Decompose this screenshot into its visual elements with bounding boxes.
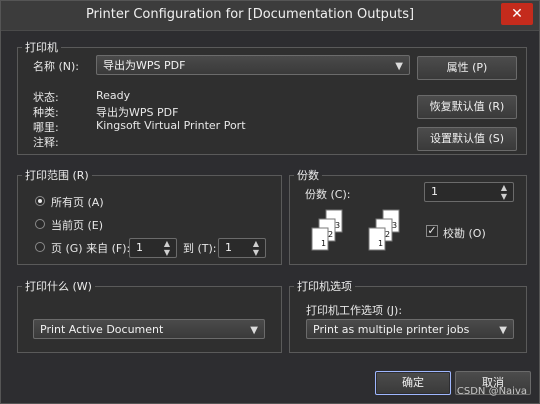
printer-select[interactable]: 导出为WPS PDF ▼	[96, 55, 410, 75]
print-what-value: Print Active Document	[40, 323, 164, 336]
set-defaults-button[interactable]: 设置默认值 (S)	[417, 127, 517, 151]
radio-pages[interactable]	[35, 242, 45, 252]
status-value: Ready	[96, 89, 131, 102]
comment-label: 注释:	[33, 136, 59, 149]
current-page-label[interactable]: 当前页 (E)	[51, 217, 103, 233]
radio-current-page[interactable]	[35, 219, 45, 229]
print-what-legend: 打印什么 (W)	[25, 280, 92, 293]
close-icon: ✕	[511, 6, 523, 22]
ok-button[interactable]: 确定	[375, 371, 451, 395]
type-value: 导出为WPS PDF	[96, 106, 179, 119]
title-bar[interactable]: Printer Configuration for [Documentation…	[1, 1, 539, 31]
from-page-value: 1	[136, 241, 143, 254]
watermark: CSDN @Naiva	[456, 386, 527, 397]
copy-number-2: 2	[328, 230, 333, 239]
properties-button[interactable]: 属性 (P)	[417, 56, 517, 80]
copy-number-1: 1	[378, 239, 383, 248]
pages-from-label[interactable]: 页 (G) 来自 (F):	[51, 240, 130, 256]
stepper-arrows-icon[interactable]: ▲ ▼	[499, 183, 509, 201]
radio-all-pages[interactable]	[35, 196, 45, 206]
print-what-group: 打印什么 (W)	[17, 278, 282, 353]
where-label: 哪里:	[33, 121, 59, 134]
from-page-stepper[interactable]: 1 ▲ ▼	[129, 238, 177, 258]
stepper-arrows-icon[interactable]: ▲ ▼	[162, 239, 172, 257]
where-value: Kingsoft Virtual Printer Port	[96, 119, 246, 132]
printer-select-value: 导出为WPS PDF	[103, 59, 186, 72]
copies-legend: 份数	[297, 169, 319, 182]
chevron-down-icon: ▼	[499, 325, 507, 336]
printer-name-label: 名称 (N):	[33, 60, 80, 73]
stepper-arrows-icon[interactable]: ▲ ▼	[251, 239, 261, 257]
copy-number-1: 1	[321, 239, 326, 248]
to-page-stepper[interactable]: 1 ▲ ▼	[218, 238, 266, 258]
close-button[interactable]: ✕	[501, 3, 533, 25]
all-pages-label[interactable]: 所有页 (A)	[51, 194, 104, 210]
printer-job-options-select[interactable]: Print as multiple printer jobs ▼	[306, 319, 514, 339]
copies-label: 份数 (C):	[305, 188, 351, 201]
copies-stepper[interactable]: 1 ▲ ▼	[424, 182, 514, 202]
print-what-select[interactable]: Print Active Document ▼	[33, 319, 265, 339]
copies-collate-icon: 3 2 1	[311, 209, 343, 251]
window-title: Printer Configuration for [Documentation…	[85, 7, 415, 22]
printer-configuration-dialog: Printer Configuration for [Documentation…	[0, 0, 540, 404]
copy-number-3: 3	[335, 221, 340, 230]
printer-group-legend: 打印机	[25, 41, 58, 54]
printer-options-legend: 打印机选项	[297, 280, 352, 293]
chevron-down-icon: ▼	[395, 61, 403, 72]
restore-defaults-button[interactable]: 恢复默认值 (R)	[417, 95, 517, 119]
copy-number-3: 3	[392, 221, 397, 230]
printer-job-options-value: Print as multiple printer jobs	[313, 323, 470, 336]
status-label: 状态:	[33, 91, 59, 104]
copies-value: 1	[431, 185, 438, 198]
collate-checkbox[interactable]: ✓	[426, 225, 438, 237]
to-page-label: 到 (T):	[183, 242, 217, 255]
type-label: 种类:	[33, 106, 59, 119]
to-page-value: 1	[225, 241, 232, 254]
chevron-down-icon: ▼	[250, 325, 258, 336]
copy-number-2: 2	[385, 230, 390, 239]
collate-label[interactable]: 校勘 (O)	[443, 225, 486, 241]
printer-job-options-label: 打印机工作选项 (J):	[306, 304, 403, 317]
print-range-legend: 打印范围 (R)	[25, 169, 89, 182]
copies-collate-icon: 3 2 1	[368, 209, 400, 251]
